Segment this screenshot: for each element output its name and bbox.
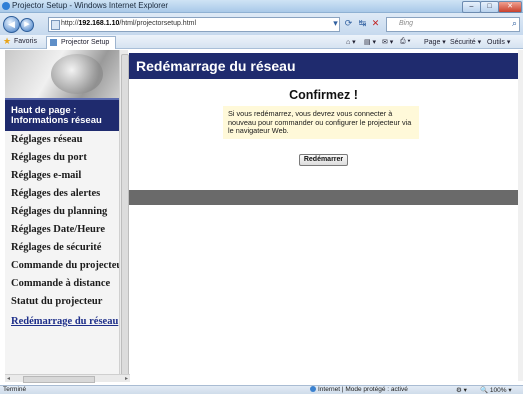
tools-menu[interactable]: Outils ▾ (487, 38, 510, 46)
url-path: /html/projectorsetup.html (119, 20, 197, 27)
search-icon[interactable]: ⌕ (509, 18, 520, 29)
close-button[interactable]: ✕ (498, 1, 522, 13)
print-icon[interactable]: ⎙ ▾ (400, 38, 411, 46)
sidebar-item-network-settings[interactable]: Réglages réseau (11, 134, 123, 145)
window-title: Projector Setup - Windows Internet Explo… (12, 1, 169, 10)
sidebar-item-network-restart[interactable]: Redémarrage du réseau (11, 316, 123, 327)
favorites-bar: ★ Favoris Projector Setup ⌂ ▾ ▤ ▾ ✉ ▾ ⎙ … (0, 35, 523, 49)
favorites-star-icon[interactable]: ★ (3, 36, 11, 47)
sidebar-item-alert-settings[interactable]: Réglages des alertes (11, 188, 123, 199)
sidebar-item-projector-control[interactable]: Commande du projecteur (11, 260, 123, 271)
sidebar-item-date-time-settings[interactable]: Réglages Date/Heure (11, 224, 123, 235)
zoom-value: 100% (489, 387, 507, 394)
window-title-bar: Projector Setup - Windows Internet Explo… (0, 0, 523, 13)
sidebar-vertical-scrollbar[interactable] (119, 50, 129, 381)
sidebar-menu: Réglages réseau Réglages du port Réglage… (5, 131, 123, 381)
sidebar-item-projector-status[interactable]: Statut du projecteur (11, 296, 123, 307)
sidebar-header-home[interactable]: Haut de page : Informations réseau (5, 98, 125, 131)
status-bar: Terminé Internet | Mode protégé : activé… (0, 385, 523, 394)
protected-mode-icon[interactable]: ⚙ ▾ (456, 386, 467, 394)
maximize-button[interactable]: □ (480, 1, 499, 13)
stop-icon[interactable]: ✕ (370, 18, 381, 29)
feeds-icon[interactable]: ▤ ▾ (364, 38, 376, 46)
security-zone[interactable]: Internet | Mode protégé : activé (310, 386, 408, 393)
favorites-button[interactable]: Favoris (14, 38, 37, 45)
home-icon[interactable]: ⌂ ▾ (346, 38, 356, 46)
address-field[interactable]: http://192.168.1.10/html/projectorsetup.… (48, 17, 340, 32)
content-footer-band (129, 190, 518, 205)
mail-icon[interactable]: ✉ ▾ (382, 38, 393, 46)
scroll-right-icon[interactable]: ▸ (125, 375, 128, 382)
url-host: 192.168.1.10 (78, 20, 120, 27)
sidebar-item-security-settings[interactable]: Réglages de sécurité (11, 242, 123, 253)
page-menu[interactable]: Page ▾ (424, 38, 446, 46)
security-zone-label: Internet | Mode protégé : activé (318, 386, 408, 393)
security-menu[interactable]: Sécurité ▾ (450, 38, 481, 46)
sidebar-item-port-settings[interactable]: Réglages du port (11, 152, 123, 163)
sidebar-logo-image (5, 50, 125, 98)
confirm-message: Si vous redémarrez, vous devrez vous con… (223, 106, 419, 139)
globe-icon (310, 386, 316, 392)
sidebar-item-schedule-settings[interactable]: Réglages du planning (11, 206, 123, 217)
status-text: Terminé (3, 386, 27, 393)
restart-button[interactable]: Redémarrer (299, 154, 348, 166)
search-placeholder: Bing (399, 20, 414, 27)
confirm-heading: Confirmez ! (289, 88, 358, 102)
sidebar-horizontal-scrollbar[interactable]: ◂ ▸ (5, 374, 130, 383)
page-vertical-scrollbar[interactable] (518, 50, 523, 381)
refresh-icon[interactable]: ⟳ (343, 18, 354, 29)
back-button[interactable]: ◀ (3, 16, 20, 33)
zoom-level[interactable]: 🔍 100% ▾ (480, 386, 512, 394)
scroll-left-icon[interactable]: ◂ (7, 375, 10, 382)
tab-projector-setup[interactable]: Projector Setup (46, 36, 117, 49)
tab-page-icon (50, 39, 57, 46)
internet-explorer-icon (2, 2, 10, 10)
minimize-button[interactable]: – (462, 1, 481, 13)
sidebar-item-email-settings[interactable]: Réglages e-mail (11, 170, 123, 181)
compatibility-icon[interactable]: ↹ (357, 18, 368, 29)
url-prefix: http:// (61, 20, 79, 27)
forward-button[interactable]: ▶ (20, 18, 34, 32)
search-input[interactable]: Bing (386, 17, 520, 32)
dropdown-arrow-icon[interactable]: ▾ (330, 18, 341, 29)
tab-label: Projector Setup (61, 39, 110, 46)
address-toolbar: ◀ ▶ http://192.168.1.10/html/projectorse… (0, 13, 523, 35)
page-icon (51, 20, 60, 30)
sidebar-item-remote-control[interactable]: Commande à distance (11, 278, 123, 289)
page-title: Redémarrage du réseau (129, 53, 518, 79)
